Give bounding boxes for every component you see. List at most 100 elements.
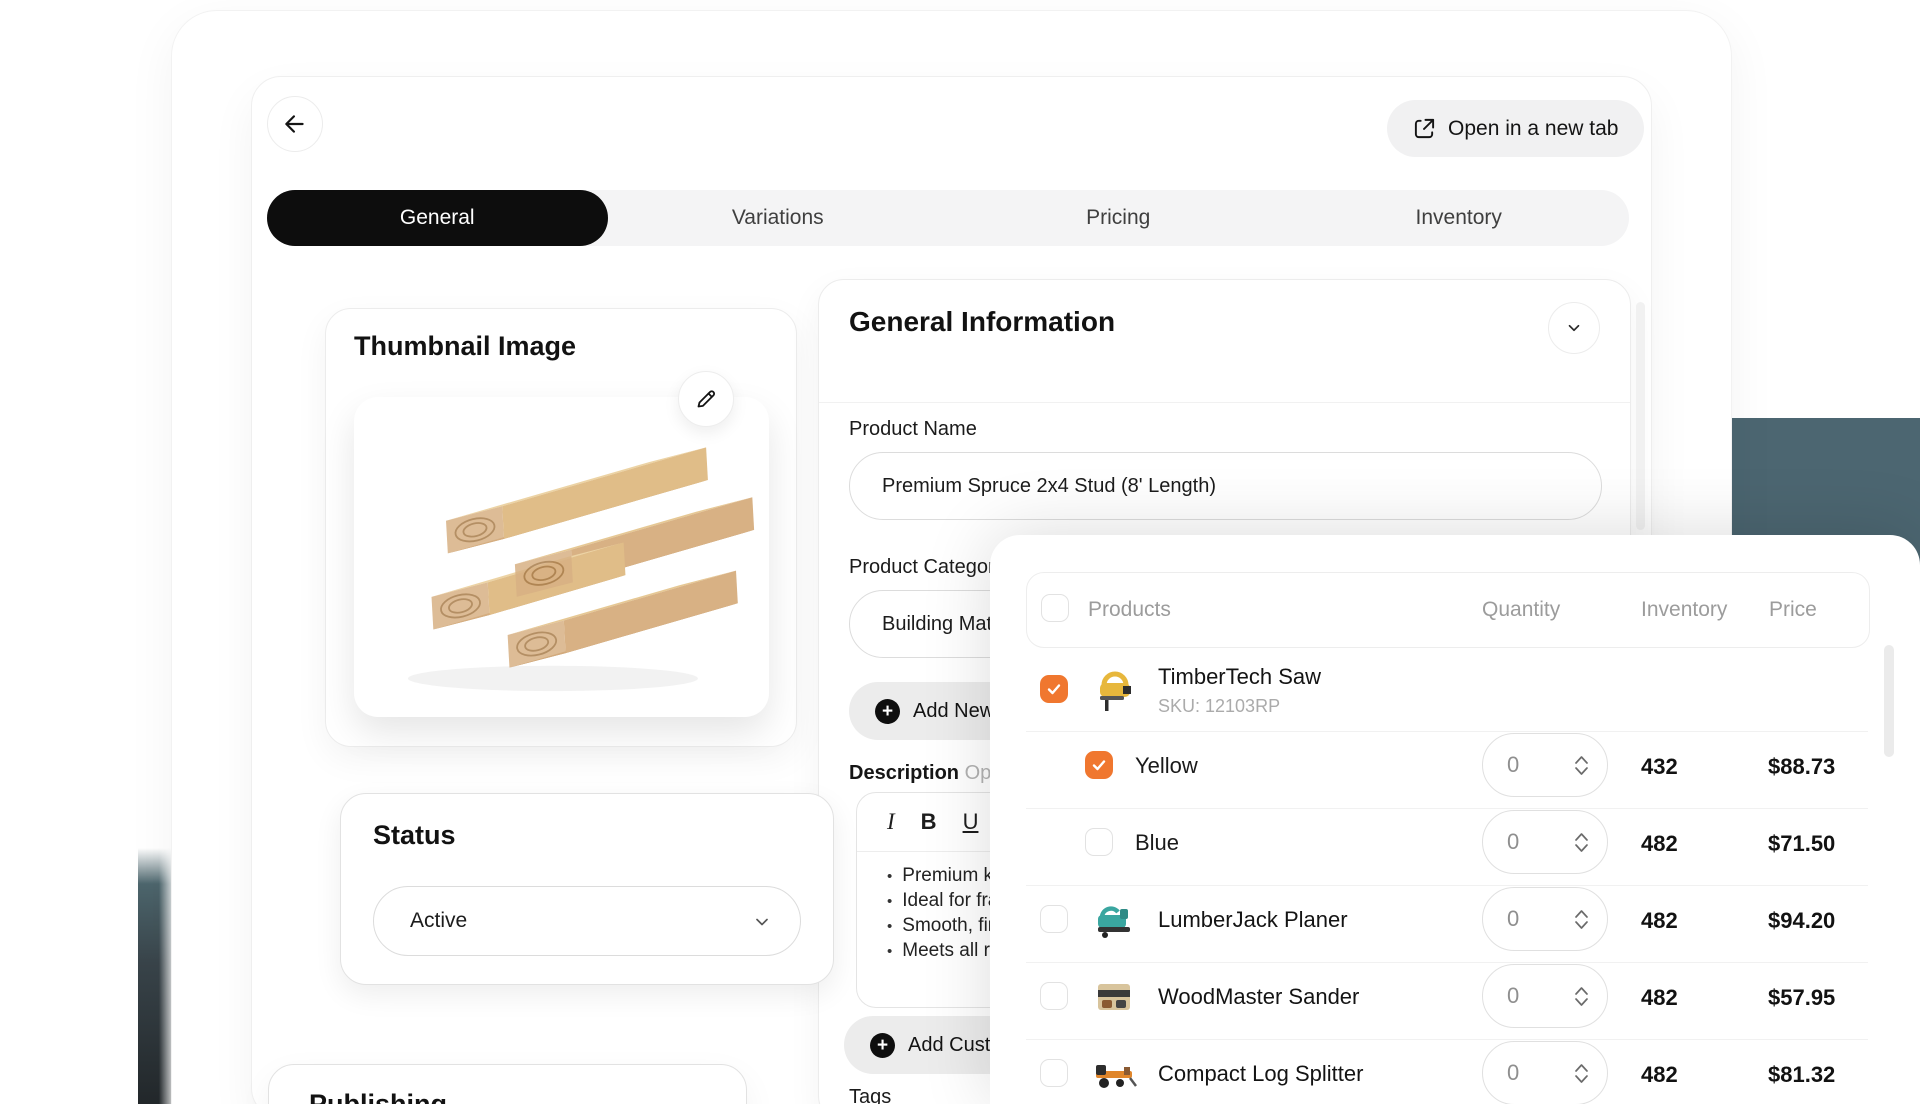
edit-thumbnail-button[interactable] [678,371,734,427]
product-name: LumberJack Planer [1158,907,1348,933]
chevron-up-icon [1574,986,1589,996]
inventory-value: 432 [1641,754,1678,780]
price-value: $57.95 [1768,985,1835,1011]
stepper-arrows[interactable] [1574,986,1589,1007]
products-table-header: Products Quantity Inventory Price [1026,572,1870,648]
status-value: Active [410,909,467,933]
row-checkbox[interactable] [1085,828,1113,856]
publishing-title: Publishing [309,1089,447,1104]
stepper-arrows[interactable] [1574,832,1589,853]
table-row[interactable]: LumberJack Planer 0 482 $94.20 [1026,881,1868,958]
variant-name: Yellow [1135,753,1198,779]
chevron-down-icon [1574,920,1589,930]
row-checkbox[interactable] [1085,751,1113,779]
stepper-arrows[interactable] [1574,909,1589,930]
chevron-down-icon [1565,319,1583,337]
open-in-new-tab-label: Open in a new tab [1448,117,1618,141]
table-row[interactable]: WoodMaster Sander 0 482 $57.95 [1026,958,1868,1035]
product-image-jigsaw [1090,665,1140,715]
quantity-value[interactable]: 0 [1507,1060,1574,1086]
quantity-value[interactable]: 0 [1507,983,1574,1009]
pencil-icon [694,387,718,411]
chevron-down-icon [1574,1074,1589,1084]
product-name: WoodMaster Sander [1158,984,1359,1010]
chevron-up-icon [1574,832,1589,842]
status-title: Status [373,820,456,851]
tab-bar: General Variations Pricing Inventory [267,190,1629,246]
product-category-label: Product Category [849,556,1005,579]
quantity-stepper[interactable]: 0 [1482,964,1608,1028]
inventory-value: 482 [1641,908,1678,934]
thumbnail-title: Thumbnail Image [354,331,576,362]
tab-inventory[interactable]: Inventory [1289,190,1630,246]
description-label: Description [849,762,959,784]
price-value: $88.73 [1768,754,1835,780]
plus-circle-icon: + [870,1033,895,1058]
quantity-value[interactable]: 0 [1507,906,1574,932]
panel-scrollbar[interactable] [1884,645,1894,757]
lumber-product-image [367,412,757,702]
open-in-new-tab-button[interactable]: Open in a new tab [1387,100,1644,157]
product-name: TimberTech Saw [1158,664,1321,690]
plus-circle-icon: + [875,699,900,724]
product-name-input[interactable]: Premium Spruce 2x4 Stud (8' Length) [849,452,1602,520]
underline-icon[interactable]: U [963,809,979,835]
chevron-down-icon [1574,766,1589,776]
status-select[interactable]: Active [373,886,801,956]
product-image-planer [1090,895,1140,945]
product-image-log-splitter [1090,1049,1140,1099]
quantity-value[interactable]: 0 [1507,829,1574,855]
stepper-arrows[interactable] [1574,1063,1589,1084]
row-checkbox[interactable] [1040,1059,1068,1087]
collapse-section-button[interactable] [1548,302,1600,354]
publishing-card: Publishing [268,1064,747,1104]
column-quantity: Quantity [1482,598,1560,622]
column-price: Price [1769,598,1817,622]
table-row[interactable]: Compact Log Splitter 0 482 $81.32 [1026,1035,1868,1104]
tab-variations[interactable]: Variations [608,190,949,246]
products-selection-panel: Products Quantity Inventory Price Timber… [990,535,1920,1104]
status-card: Status Active [340,793,834,985]
chevron-up-icon [1574,1063,1589,1073]
chevron-down-icon [1574,997,1589,1007]
quantity-stepper[interactable]: 0 [1482,1041,1608,1104]
table-row[interactable]: TimberTech Saw SKU: 12103RP [1026,651,1868,728]
product-name: Compact Log Splitter [1158,1061,1363,1087]
quantity-stepper[interactable]: 0 [1482,810,1608,874]
product-name-cell: TimberTech Saw SKU: 12103RP [1158,664,1321,717]
content-scrollbar[interactable] [1636,302,1645,530]
product-sku: SKU: 12103RP [1158,696,1321,717]
description-label-row: Description Optio [849,762,1012,785]
tab-general[interactable]: General [267,190,608,246]
italic-icon[interactable]: I [887,809,895,835]
quantity-stepper[interactable]: 0 [1482,887,1608,951]
stepper-arrows[interactable] [1574,755,1589,776]
tab-pricing[interactable]: Pricing [948,190,1289,246]
inventory-value: 482 [1641,1062,1678,1088]
row-checkbox[interactable] [1040,675,1068,703]
thumbnail-card: Thumbnail Image [325,308,797,747]
bold-icon[interactable]: B [921,809,937,835]
column-products: Products [1088,598,1171,622]
back-button[interactable] [267,96,323,152]
product-name-value: Premium Spruce 2x4 Stud (8' Length) [882,475,1216,498]
price-value: $94.20 [1768,908,1835,934]
inventory-value: 482 [1641,985,1678,1011]
table-row[interactable]: Blue 0 482 $71.50 [1026,804,1868,881]
chevron-down-icon [1574,843,1589,853]
row-checkbox[interactable] [1040,905,1068,933]
price-value: $81.32 [1768,1062,1835,1088]
quantity-stepper[interactable]: 0 [1482,733,1608,797]
row-checkbox[interactable] [1040,982,1068,1010]
inventory-value: 482 [1641,831,1678,857]
column-inventory: Inventory [1641,598,1727,622]
section-divider [819,402,1630,403]
select-all-checkbox[interactable] [1041,594,1069,622]
quantity-value[interactable]: 0 [1507,752,1574,778]
table-row[interactable]: Yellow 0 432 $88.73 [1026,727,1868,804]
arrow-left-icon [282,111,308,137]
screen: Open in a new tab General Variations Pri… [0,0,1920,1104]
product-name-label: Product Name [849,418,977,441]
external-link-icon [1413,117,1436,140]
general-information-title: General Information [849,306,1115,338]
